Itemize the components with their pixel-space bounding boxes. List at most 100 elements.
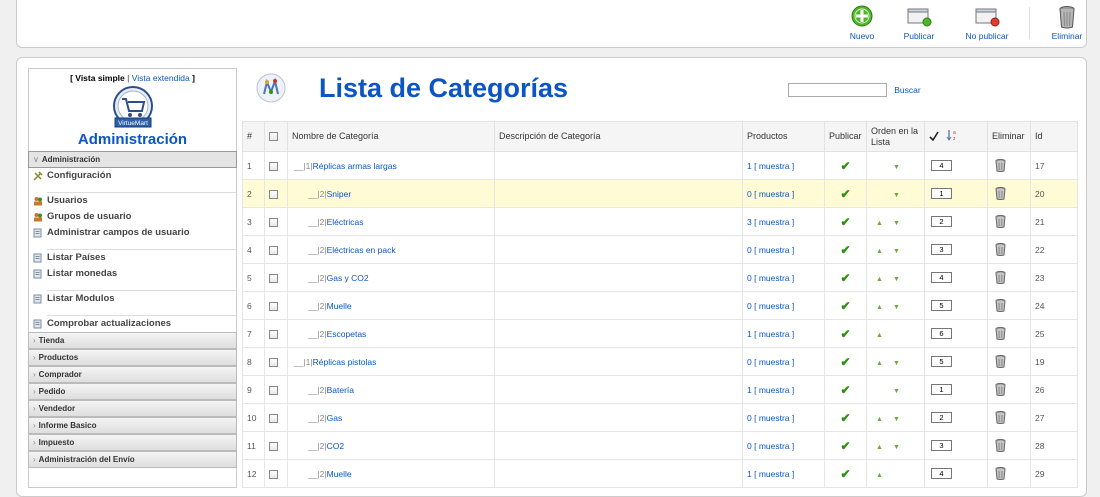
move-up-icon[interactable]: ▲ [876,360,883,367]
category-name-link[interactable]: Gas y CO2 [327,273,369,283]
published-check-icon[interactable]: ✔ [840,243,850,257]
show-products-link[interactable]: [ muestra ] [754,273,794,283]
show-products-link[interactable]: [ muestra ] [754,469,794,479]
show-products-link[interactable]: [ muestra ] [754,385,794,395]
category-name-link[interactable]: Sniper [327,189,352,199]
show-products-link[interactable]: [ muestra ] [754,301,794,311]
row-checkbox[interactable] [269,414,278,423]
category-name-link[interactable]: Réplicas pistolas [313,357,377,367]
move-up-icon[interactable]: ▲ [876,248,883,255]
search-button[interactable]: Buscar [891,81,924,98]
move-down-icon[interactable]: ▼ [893,248,900,255]
move-up-icon[interactable]: ▲ [876,416,883,423]
product-count[interactable]: 0 [747,245,752,255]
sidebar-item-campos-usuario[interactable]: Administrar campos de usuario [29,225,236,241]
section-productos[interactable]: ›Productos [28,349,237,366]
trash-icon[interactable] [995,411,1006,424]
trash-icon[interactable] [995,467,1006,480]
col-name[interactable]: Nombre de Categoría [288,122,495,152]
trash-icon[interactable] [995,243,1006,256]
product-count[interactable]: 1 [747,329,752,339]
row-checkbox[interactable] [269,218,278,227]
row-checkbox[interactable] [269,470,278,479]
order-input[interactable] [931,216,952,227]
move-up-icon[interactable]: ▲ [876,472,883,479]
trash-icon[interactable] [995,439,1006,452]
show-products-link[interactable]: [ muestra ] [754,189,794,199]
move-down-icon[interactable]: ▼ [893,360,900,367]
sidebar-item-listar-monedas[interactable]: Listar monedas [29,266,236,282]
view-simple-link[interactable]: Vista simple [75,73,124,83]
category-name-link[interactable]: Escopetas [327,329,367,339]
col-order[interactable]: Orden en la Lista [867,122,925,152]
published-check-icon[interactable]: ✔ [840,159,850,173]
sidebar-item-usuarios[interactable]: Usuarios [29,193,236,209]
order-input[interactable] [931,440,952,451]
delete-button[interactable]: Eliminar [1047,5,1087,47]
product-count[interactable]: 1 [747,161,752,171]
move-down-icon[interactable]: ▼ [893,276,900,283]
sidebar-item-comprobar-actualizaciones[interactable]: Comprobar actualizaciones [29,316,236,332]
trash-icon[interactable] [995,159,1006,172]
show-products-link[interactable]: [ muestra ] [754,329,794,339]
section-vendedor[interactable]: ›Vendedor [28,400,237,417]
section-comprador[interactable]: ›Comprador [28,366,237,383]
order-input[interactable] [931,272,952,283]
product-count[interactable]: 0 [747,273,752,283]
show-products-link[interactable]: [ muestra ] [754,413,794,423]
order-input[interactable] [931,412,952,423]
trash-icon[interactable] [995,299,1006,312]
category-name-link[interactable]: Eléctricas [327,217,364,227]
search-input[interactable] [788,83,887,97]
show-products-link[interactable]: [ muestra ] [754,161,794,171]
category-name-link[interactable]: Gas [327,413,343,423]
section-informe-basico[interactable]: ›Informe Basico [28,417,237,434]
move-down-icon[interactable]: ▼ [893,192,900,199]
move-down-icon[interactable]: ▼ [893,444,900,451]
published-check-icon[interactable]: ✔ [840,383,850,397]
category-name-link[interactable]: Muelle [327,301,352,311]
trash-icon[interactable] [995,271,1006,284]
row-checkbox[interactable] [269,358,278,367]
col-desc[interactable]: Descripción de Categoría [495,122,743,152]
order-input[interactable] [931,468,952,479]
new-button[interactable]: Nuevo [841,5,883,47]
row-checkbox[interactable] [269,386,278,395]
published-check-icon[interactable]: ✔ [840,215,850,229]
row-checkbox[interactable] [269,162,278,171]
trash-icon[interactable] [995,187,1006,200]
show-products-link[interactable]: [ muestra ] [754,441,794,451]
order-input[interactable] [931,244,952,255]
trash-icon[interactable] [995,215,1006,228]
move-down-icon[interactable]: ▼ [893,304,900,311]
move-up-icon[interactable]: ▲ [876,332,883,339]
order-input[interactable] [931,356,952,367]
product-count[interactable]: 1 [747,385,752,395]
category-name-link[interactable]: CO2 [327,441,344,451]
view-extended-link[interactable]: Vista extendida [132,73,190,83]
order-input[interactable] [931,188,952,199]
order-input[interactable] [931,300,952,311]
publish-button[interactable]: Publicar [897,5,941,47]
published-check-icon[interactable]: ✔ [840,187,850,201]
row-checkbox[interactable] [269,246,278,255]
row-checkbox[interactable] [269,190,278,199]
published-check-icon[interactable]: ✔ [840,299,850,313]
row-checkbox[interactable] [269,274,278,283]
product-count[interactable]: 3 [747,217,752,227]
section-impuesto[interactable]: ›Impuesto [28,434,237,451]
move-down-icon[interactable]: ▼ [893,388,900,395]
trash-icon[interactable] [995,327,1006,340]
product-count[interactable]: 0 [747,189,752,199]
product-count[interactable]: 0 [747,413,752,423]
move-down-icon[interactable]: ▼ [893,416,900,423]
section-tienda[interactable]: ›Tienda [28,332,237,349]
published-check-icon[interactable]: ✔ [840,467,850,481]
sidebar-item-listar-modulos[interactable]: Listar Modulos [29,291,236,307]
sidebar-item-listar-paises[interactable]: Listar Países [29,250,236,266]
published-check-icon[interactable]: ✔ [840,327,850,341]
col-id[interactable]: Id [1031,122,1078,152]
order-input[interactable] [931,384,952,395]
row-checkbox[interactable] [269,330,278,339]
published-check-icon[interactable]: ✔ [840,355,850,369]
